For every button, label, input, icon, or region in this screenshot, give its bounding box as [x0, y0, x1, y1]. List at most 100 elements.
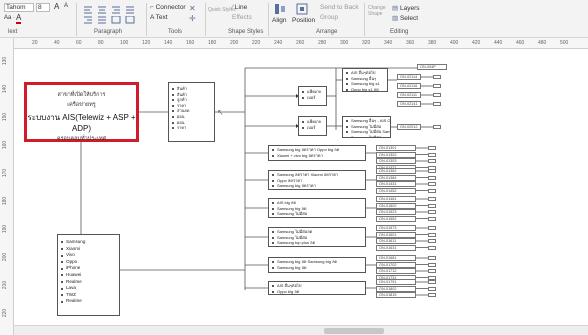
code-terminal: [428, 169, 436, 173]
code-label: ON-004P: [420, 65, 436, 69]
code-label: ON-01552: [379, 216, 397, 221]
promo-list: Samsung ลดราคา Xiaomi ลดราคา Oppo ลดราคา S…: [271, 172, 363, 189]
root-line-3: ระบบงาน AIS(Telewiz + ASP + ADP): [27, 113, 136, 133]
code-node[interactable]: ON-02141: [397, 101, 421, 107]
code-node[interactable]: ON-004P: [417, 64, 447, 70]
list-item: iPhone: [60, 265, 117, 272]
code-node[interactable]: ON-01303: [376, 158, 416, 164]
list-item: Oppo big ลด: [271, 289, 363, 294]
code-terminal: [428, 146, 436, 150]
code-node[interactable]: ON-01815: [376, 292, 416, 298]
promo-list: Samsung ไม่มีต่อลด Samsung ไม่มีต่อ Samsun…: [271, 229, 363, 246]
code-label: ON-02141: [400, 102, 418, 106]
code-label: ON-02116: [400, 84, 418, 88]
code-label: ON-01502: [379, 203, 397, 208]
code-node[interactable]: ON-01681: [376, 255, 416, 261]
code-node[interactable]: ON-01461: [376, 196, 416, 202]
code-node[interactable]: ON-01791: [376, 279, 416, 285]
brands-node[interactable]: Samsung Xiaomi Vivo Oppo iPhone Huawei Realme L…: [57, 234, 120, 316]
code-node[interactable]: ON-01452: [376, 187, 416, 194]
list-item: Realme: [60, 279, 117, 286]
code-label: ON-01301: [379, 146, 397, 150]
code-terminal: [428, 239, 436, 243]
code-node[interactable]: ON-01302: [376, 151, 416, 158]
code-node[interactable]: ON-01523: [376, 209, 416, 215]
promo-group-node[interactable]: Samsung big ลดราคา Oppo big ลด Xiaomi + v…: [268, 145, 366, 161]
promo-group-node[interactable]: Samsung ลดราคา Xiaomi ลดราคา Oppo ลดราคา S…: [268, 170, 366, 190]
list-item: Samsung big ลด: [271, 265, 363, 271]
code-node[interactable]: ON-01702: [376, 261, 416, 268]
code-label: ON-01791: [379, 280, 397, 284]
promo-group-node[interactable]: AIS big ลด Samsung big ลด Samsung ไม่มีต่อ: [268, 198, 366, 218]
list-item: Xiaomi: [60, 246, 117, 253]
package-node-top[interactable]: แพ็คเกจ เบอร์: [298, 86, 327, 106]
code-label: ON-01712: [379, 269, 397, 273]
code-node[interactable]: ON-01573: [376, 225, 416, 231]
code-node[interactable]: ON-01802: [376, 285, 416, 292]
code-terminal: [428, 232, 436, 237]
code-node[interactable]: ON-02012: [397, 124, 421, 130]
list-item: Huawei: [60, 272, 117, 279]
code-node[interactable]: ON-01611: [376, 238, 416, 244]
code-label: ON-01384: [379, 175, 397, 180]
list-item: Vivo: [60, 252, 117, 259]
promo-group-node[interactable]: AIS อื่นๆต่อไป Samsung อื่นๆ Samsung big s…: [342, 68, 388, 92]
code-node[interactable]: ON-01601: [376, 231, 416, 238]
code-node[interactable]: ON-01631: [376, 244, 416, 251]
list-item: Samsung big ลดราคา: [271, 183, 363, 189]
root-line-2: เครือข่ายทรู: [67, 102, 96, 108]
code-node[interactable]: ON-02111: [397, 92, 421, 98]
list-item: Samsung ไม่มีต่อ: [271, 211, 363, 217]
package-node-bottom[interactable]: แพ็คเกจ เบอร์: [298, 116, 327, 136]
code-node[interactable]: ON-01552: [376, 215, 416, 222]
list-item: Realme: [60, 298, 117, 305]
promo-group-node[interactable]: Samsung big ลด Samsung big ลด Samsung big…: [268, 257, 366, 273]
code-terminal: [428, 216, 436, 221]
code-label: ON-01303: [379, 159, 397, 163]
code-label: ON-01802: [379, 286, 397, 291]
code-label: ON-01302: [379, 152, 397, 157]
code-node[interactable]: ON-01301: [376, 145, 416, 151]
promo-group-node[interactable]: Samsung ไม่มีต่อลด Samsung ไม่มีต่อ Samsun…: [268, 227, 366, 247]
code-node[interactable]: ON-01712: [376, 268, 416, 274]
code-terminal: [428, 188, 436, 193]
list-item: Lava: [60, 285, 117, 292]
list-item: Oppo big s1 ลด: [345, 87, 385, 91]
code-terminal: [428, 210, 436, 214]
code-terminal: [428, 203, 436, 208]
code-terminal: [428, 182, 436, 186]
list-item: Samsung ไม่มีต่อ: [345, 135, 388, 137]
root-line-4: ครอบคลุมทั่วประเทศ: [56, 136, 107, 142]
code-node[interactable]: ON-01384: [376, 174, 416, 181]
code-terminal: [433, 125, 441, 129]
code-terminal: [433, 93, 441, 97]
code-terminal: [428, 159, 436, 163]
horizontal-scrollbar[interactable]: [14, 325, 588, 335]
promo-group-node[interactable]: AIS อื่นๆต่อไป Oppo big ลด: [268, 281, 366, 295]
code-node[interactable]: ON-01502: [376, 202, 416, 209]
code-node[interactable]: ON-02116: [397, 83, 421, 89]
code-label: ON-01681: [379, 256, 397, 260]
list-item: เบอร์: [301, 95, 324, 101]
root-node[interactable]: สาขาที่เปิดให้บริการ เครือข่ายทรู ระบบงา…: [24, 82, 139, 142]
list-item: Xiaomi + vivo big ลดราคา: [271, 153, 363, 159]
code-terminal: [428, 226, 436, 230]
code-terminal: [433, 102, 441, 106]
code-node[interactable]: ON-01431: [376, 181, 416, 187]
code-label: ON-01631: [379, 245, 397, 250]
code-node[interactable]: ON-02114: [397, 74, 421, 80]
code-label: ON-02111: [400, 93, 417, 97]
code-terminal: [433, 75, 441, 79]
category-node[interactable]: สินค้า สินค้า ลูกค้า ราคา ส่วนลด ผ่อน ผ่อน ราคา: [168, 82, 215, 142]
category-list: สินค้า สินค้า ลูกค้า ราคา ส่วนลด ผ่อน ผ่อน ราคา: [171, 86, 212, 131]
list-item: TWZ: [60, 292, 117, 299]
code-terminal: [428, 262, 436, 267]
code-label: ON-01362: [379, 169, 397, 173]
list-item: Oppo: [60, 259, 117, 266]
code-label: ON-01573: [379, 226, 397, 230]
scrollbar-thumb[interactable]: [324, 328, 384, 334]
code-node[interactable]: ON-01362: [376, 168, 416, 174]
code-label: ON-01452: [379, 188, 397, 193]
package-list-top: แพ็คเกจ เบอร์: [301, 89, 324, 100]
promo-group-node[interactable]: Samsung อื่นๆ - AIS OnTFR อื่นๆSamsung ไ…: [342, 116, 391, 138]
